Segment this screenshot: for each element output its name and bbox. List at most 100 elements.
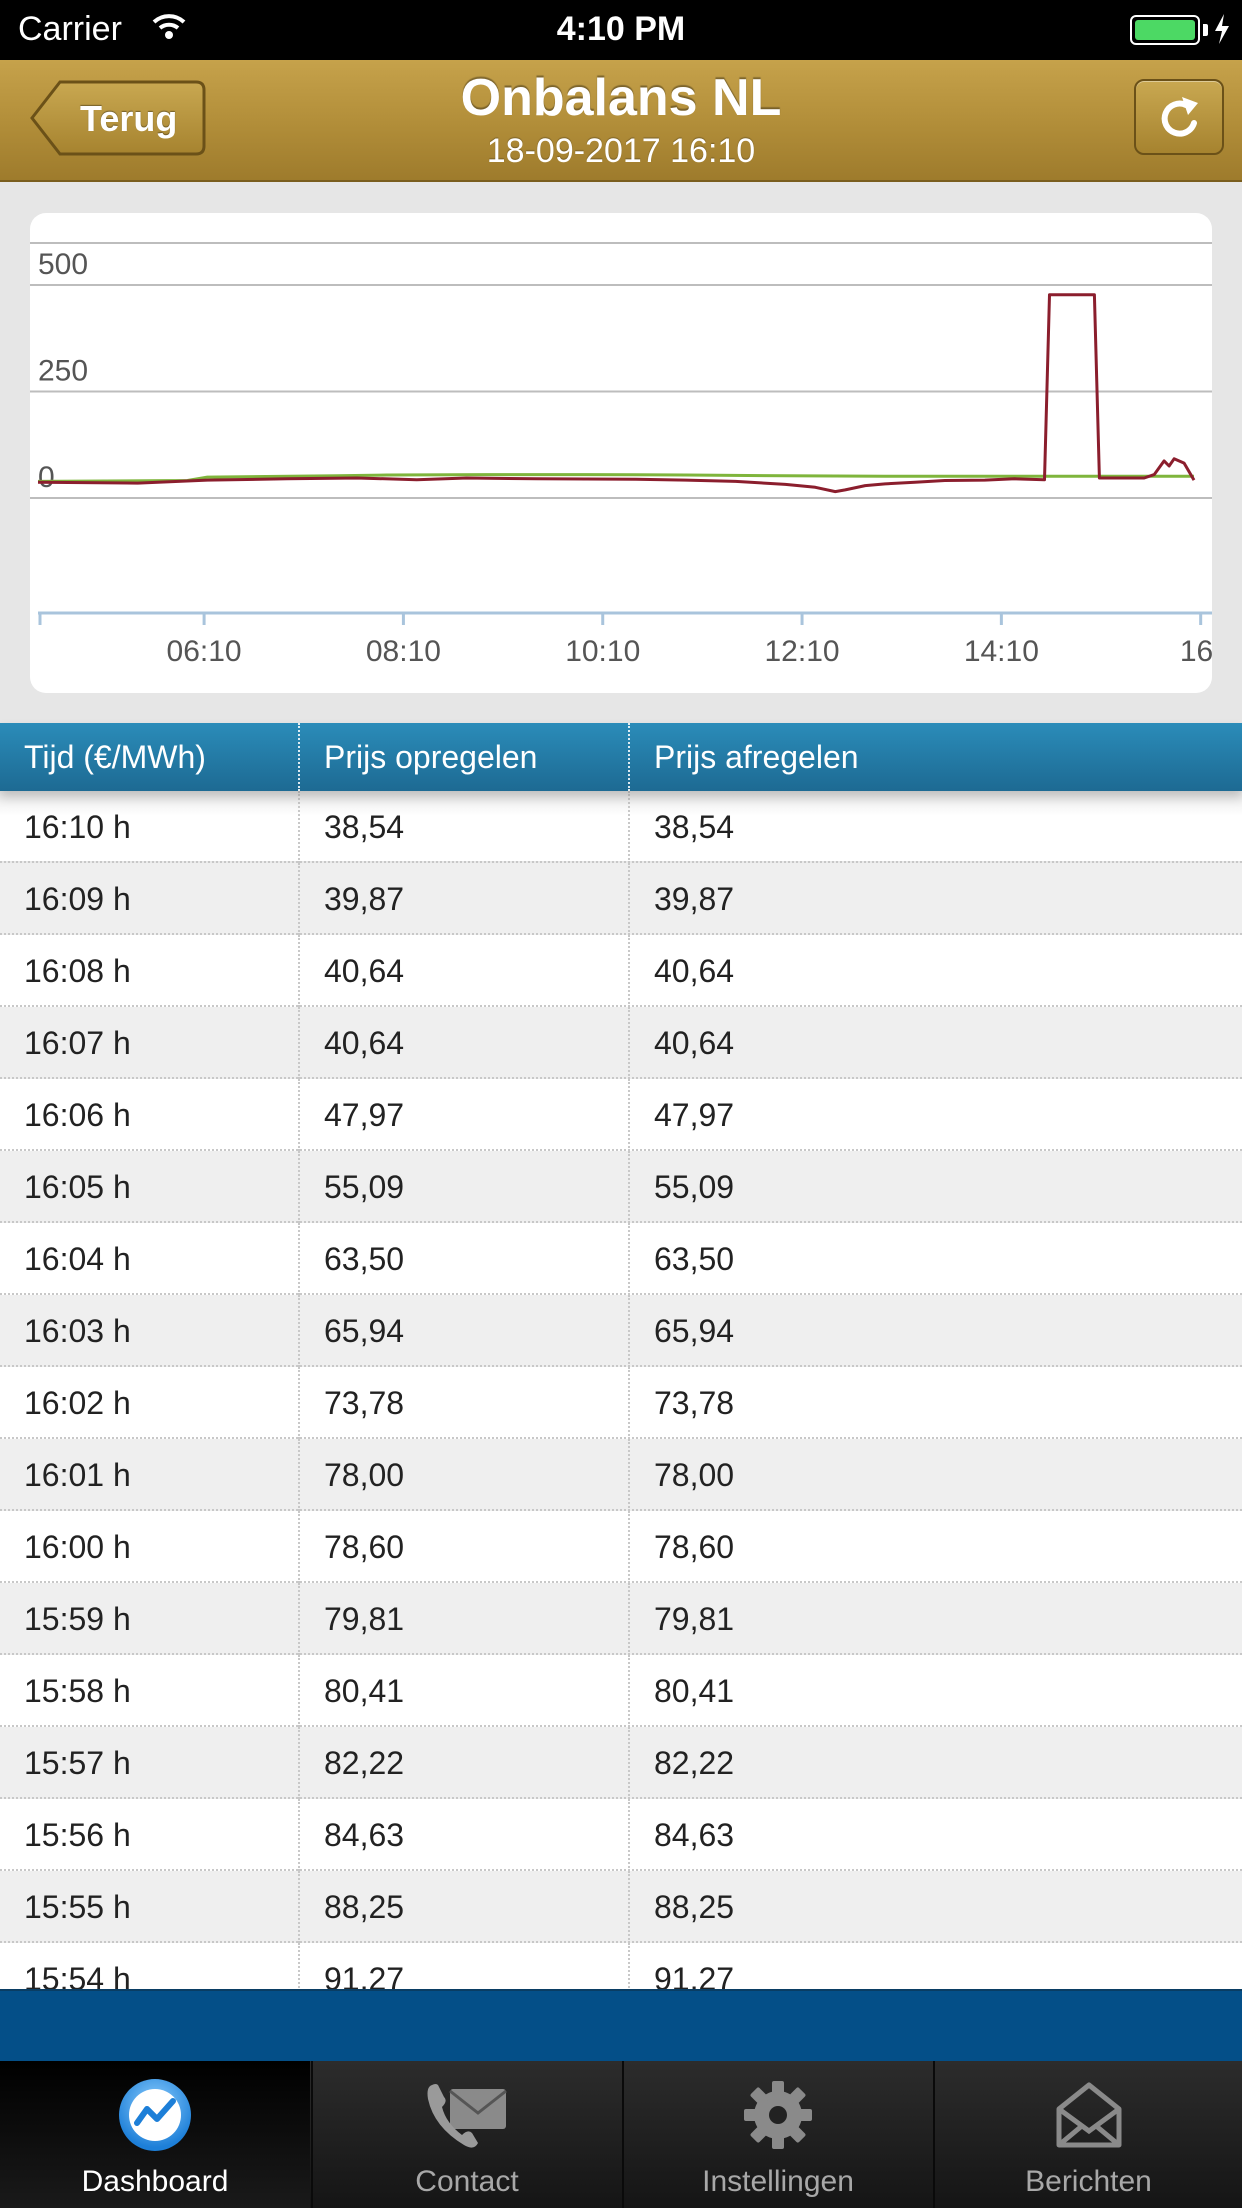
column-divider bbox=[298, 1655, 300, 1727]
column-divider bbox=[628, 1871, 630, 1943]
tab-dashboard[interactable]: Dashboard bbox=[0, 2061, 310, 2208]
header-time: Tijd (€/MWh) bbox=[24, 739, 206, 775]
cell-price-down: 40,64 bbox=[654, 1025, 735, 1061]
cell-price-up: 38,54 bbox=[324, 809, 405, 845]
series-line-red bbox=[37, 293, 1196, 494]
table-row[interactable]: 16:04 h 63,50 63,50 bbox=[0, 1223, 1242, 1295]
table-row[interactable]: 16:03 h 65,94 65,94 bbox=[0, 1295, 1242, 1367]
price-chart: 500 250 0 06:10 08:10 10:10 12:10 14:10 16: bbox=[30, 213, 1212, 693]
cell-time: 16:07 h bbox=[24, 1025, 131, 1061]
cell-time: 16:03 h bbox=[24, 1313, 131, 1349]
cell-price-up: 78,60 bbox=[324, 1529, 405, 1565]
column-divider bbox=[298, 1295, 300, 1367]
cell-price-down: 78,60 bbox=[654, 1529, 735, 1565]
column-divider bbox=[298, 791, 300, 863]
cell-price-up: 80,41 bbox=[324, 1673, 405, 1709]
tab-berichten[interactable]: Berichten bbox=[933, 2061, 1242, 2208]
tab-contact[interactable]: Contact bbox=[311, 2061, 621, 2208]
table-row[interactable]: 16:07 h 40,64 40,64 bbox=[0, 1007, 1242, 1079]
battery-cap bbox=[1203, 24, 1208, 36]
column-divider bbox=[628, 1943, 630, 1989]
cell-price-down: 73,78 bbox=[654, 1385, 735, 1421]
x-tick-label: 06:10 bbox=[167, 635, 242, 668]
refresh-button[interactable] bbox=[1134, 79, 1224, 155]
chart-svg: 500 250 0 06:10 08:10 10:10 12:10 14:10 16: bbox=[30, 242, 1212, 668]
tab-label: Contact bbox=[415, 2165, 519, 2198]
cell-time: 15:58 h bbox=[24, 1673, 131, 1709]
cell-price-up: 39,87 bbox=[324, 881, 405, 917]
tab-label: Berichten bbox=[1025, 2165, 1152, 2198]
y-tick-label: 0 bbox=[38, 461, 55, 494]
envelope-icon bbox=[935, 2075, 1242, 2160]
x-tick-label: 14:10 bbox=[964, 635, 1039, 668]
cell-time: 16:09 h bbox=[24, 881, 131, 917]
cell-price-down: 79,81 bbox=[654, 1601, 735, 1637]
column-divider bbox=[298, 1583, 300, 1655]
table-row[interactable]: 15:59 h 79,81 79,81 bbox=[0, 1583, 1242, 1655]
table-row[interactable]: 15:55 h 88,25 88,25 bbox=[0, 1871, 1242, 1943]
table-row[interactable]: 16:01 h 78,00 78,00 bbox=[0, 1439, 1242, 1511]
cell-price-down: 82,22 bbox=[654, 1745, 735, 1781]
cell-price-down: 88,25 bbox=[654, 1889, 735, 1925]
column-divider bbox=[298, 1439, 300, 1511]
cell-time: 15:54 h bbox=[24, 1961, 131, 1989]
header-price-up: Prijs opregelen bbox=[324, 739, 538, 775]
column-divider bbox=[628, 1655, 630, 1727]
column-divider bbox=[628, 791, 630, 863]
table-row[interactable]: 16:05 h 55,09 55,09 bbox=[0, 1151, 1242, 1223]
header-price-down: Prijs afregelen bbox=[654, 739, 859, 775]
cell-price-down: 78,00 bbox=[654, 1457, 735, 1493]
cell-time: 15:59 h bbox=[24, 1601, 131, 1637]
column-divider bbox=[298, 1871, 300, 1943]
charging-icon bbox=[1214, 14, 1230, 49]
x-tick-label: 08:10 bbox=[366, 635, 441, 668]
navigation-bar: Terug Onbalans NL 18-09-2017 16:10 bbox=[0, 60, 1242, 182]
cell-time: 15:55 h bbox=[24, 1889, 131, 1925]
cell-time: 16:10 h bbox=[24, 809, 131, 845]
table-row[interactable]: 15:54 h 91,27 91,27 bbox=[0, 1943, 1242, 1989]
column-divider bbox=[298, 1007, 300, 1079]
cell-price-up: 82,22 bbox=[324, 1745, 405, 1781]
cell-time: 15:57 h bbox=[24, 1745, 131, 1781]
cell-price-up: 63,50 bbox=[324, 1241, 405, 1277]
column-divider bbox=[628, 1223, 630, 1295]
cell-time: 16:01 h bbox=[24, 1457, 131, 1493]
column-divider bbox=[298, 1943, 300, 1989]
cell-price-up: 88,25 bbox=[324, 1889, 405, 1925]
column-divider bbox=[628, 863, 630, 935]
column-divider bbox=[298, 863, 300, 935]
column-divider bbox=[628, 1511, 630, 1583]
cell-time: 16:08 h bbox=[24, 953, 131, 989]
cell-price-down: 91,27 bbox=[654, 1961, 735, 1989]
table-row[interactable]: 15:57 h 82,22 82,22 bbox=[0, 1727, 1242, 1799]
price-table[interactable]: 16:10 h 38,54 38,54 16:09 h 39,87 39,87 16:08 … bbox=[0, 791, 1242, 1989]
column-divider bbox=[298, 1151, 300, 1223]
header-divider bbox=[298, 723, 300, 791]
x-tick-label: 10:10 bbox=[565, 635, 640, 668]
y-tick-label: 500 bbox=[38, 248, 88, 281]
table-row[interactable]: 16:02 h 73,78 73,78 bbox=[0, 1367, 1242, 1439]
cell-price-up: 40,64 bbox=[324, 1025, 405, 1061]
gear-icon bbox=[624, 2075, 932, 2160]
y-tick-label: 250 bbox=[38, 355, 88, 388]
table-row[interactable]: 15:56 h 84,63 84,63 bbox=[0, 1799, 1242, 1871]
table-row[interactable]: 16:00 h 78,60 78,60 bbox=[0, 1511, 1242, 1583]
column-divider bbox=[628, 1367, 630, 1439]
tab-instellingen[interactable]: Instellingen bbox=[622, 2061, 932, 2208]
x-tick-label: 16: bbox=[1180, 635, 1212, 668]
table-row[interactable]: 16:09 h 39,87 39,87 bbox=[0, 863, 1242, 935]
page-subtitle: 18-09-2017 16:10 bbox=[486, 132, 756, 170]
column-divider bbox=[298, 1727, 300, 1799]
tab-bar: Dashboard Contact Instellingen Berichten bbox=[0, 2061, 1242, 2208]
table-row[interactable]: 16:08 h 40,64 40,64 bbox=[0, 935, 1242, 1007]
cell-price-down: 39,87 bbox=[654, 881, 735, 917]
cell-price-down: 84,63 bbox=[654, 1817, 735, 1853]
cell-time: 16:04 h bbox=[24, 1241, 131, 1277]
column-divider bbox=[628, 1799, 630, 1871]
table-row[interactable]: 16:06 h 47,97 47,97 bbox=[0, 1079, 1242, 1151]
table-row[interactable]: 15:58 h 80,41 80,41 bbox=[0, 1655, 1242, 1727]
column-divider bbox=[628, 1295, 630, 1367]
dashboard-icon bbox=[0, 2075, 310, 2160]
table-row[interactable]: 16:10 h 38,54 38,54 bbox=[0, 791, 1242, 863]
tab-label: Dashboard bbox=[81, 2165, 229, 2198]
